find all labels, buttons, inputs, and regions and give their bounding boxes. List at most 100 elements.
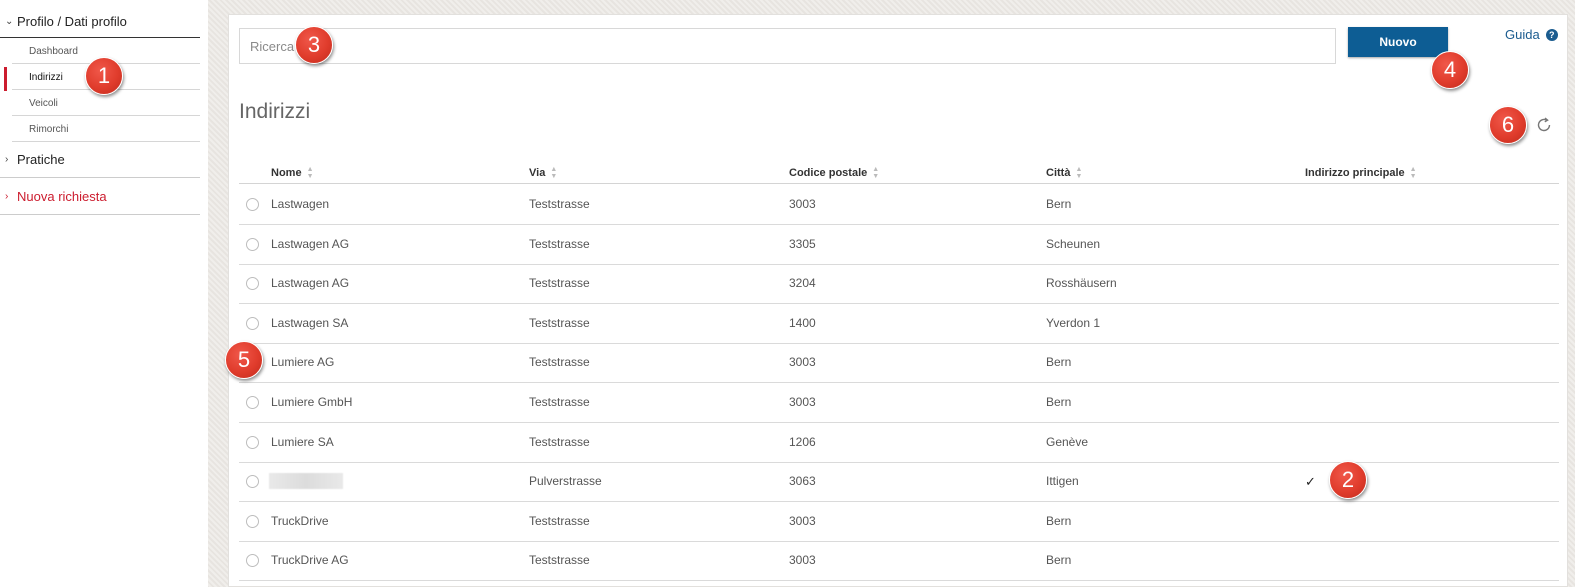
cell-codice-postale: 3003 bbox=[789, 395, 816, 409]
chevron-down-icon: ⌄ bbox=[5, 16, 14, 27]
cell-citta: Yverdon 1 bbox=[1046, 315, 1101, 330]
cell-via: Teststrasse bbox=[529, 434, 590, 449]
cell-citta: Scheunen bbox=[1046, 236, 1101, 251]
row-radio-button[interactable] bbox=[246, 316, 259, 330]
table-row[interactable]: Lastwagen SA Teststrasse 1400 Yverdon 1 bbox=[239, 304, 1559, 344]
row-radio-button[interactable] bbox=[246, 475, 259, 489]
callout-marker-1: 1 bbox=[85, 57, 123, 95]
column-header-citta[interactable]: Città ▲ ▼ bbox=[1046, 166, 1082, 180]
column-header-label: Indirizzo principale bbox=[1305, 167, 1405, 179]
row-radio-button[interactable] bbox=[246, 435, 259, 449]
cell-via: Teststrasse bbox=[529, 395, 590, 409]
column-header-indirizzo-principale[interactable]: Indirizzo principale ▲ ▼ bbox=[1305, 166, 1417, 180]
cell-via: Teststrasse bbox=[529, 236, 590, 251]
column-header-label: Codice postale bbox=[789, 167, 868, 179]
row-radio-button[interactable] bbox=[246, 554, 259, 568]
cell-citta: Genève bbox=[1046, 434, 1089, 449]
row-radio-button[interactable] bbox=[246, 514, 259, 528]
cell-nome: Lumiere AG bbox=[271, 355, 335, 370]
sidebar-section-label: Profilo / Dati profilo bbox=[17, 14, 127, 29]
cell-citta: Bern bbox=[1046, 553, 1072, 568]
sidebar-item-label: Dashboard bbox=[29, 45, 78, 57]
cell-codice-postale: 3063 bbox=[789, 474, 816, 489]
table-row[interactable]: Lastwagen Teststrasse 3003 Bern bbox=[239, 185, 1559, 225]
cell-codice-postale: 1400 bbox=[789, 315, 816, 330]
sidebar-section-profile[interactable]: ⌄ Profilo / Dati profilo bbox=[0, 6, 200, 38]
sidebar-section-nuova-richiesta[interactable]: › Nuova richiesta bbox=[0, 179, 200, 215]
new-button[interactable]: Nuovo bbox=[1348, 27, 1448, 57]
row-radio-button[interactable] bbox=[246, 198, 259, 211]
callout-marker-3: 3 bbox=[295, 26, 333, 64]
sidebar-item-label: Veicoli bbox=[29, 97, 58, 109]
refresh-icon[interactable] bbox=[1534, 115, 1554, 135]
cell-indirizzo-principale: ✓ bbox=[1305, 474, 1316, 490]
table-row[interactable]: TruckDrive AG Teststrasse 3003 Bern bbox=[239, 541, 1559, 582]
page-title: Indirizzi bbox=[239, 100, 311, 123]
main-panel: Nuovo Guida ? Indirizzi Nome ▲▼ Via ▲▼ C… bbox=[228, 14, 1568, 587]
column-header-label: Nome bbox=[271, 167, 302, 179]
table-row[interactable]: Lumiere SA Teststrasse 1206 Genève bbox=[239, 423, 1559, 463]
callout-marker-4: 4 bbox=[1431, 51, 1469, 89]
cell-via: Teststrasse bbox=[529, 513, 590, 528]
cell-codice-postale: 3305 bbox=[789, 236, 816, 251]
cell-citta: Bern bbox=[1046, 197, 1072, 211]
callout-marker-6: 6 bbox=[1489, 106, 1527, 144]
sidebar-section-pratiche[interactable]: › Pratiche bbox=[0, 142, 200, 178]
cell-citta: Bern bbox=[1046, 395, 1072, 409]
row-radio-button[interactable] bbox=[246, 237, 259, 251]
cell-codice-postale: 3204 bbox=[789, 276, 816, 291]
sidebar-item-label: Indirizzi bbox=[29, 71, 63, 83]
cell-via: Teststrasse bbox=[529, 276, 590, 291]
cell-nome: Lastwagen SA bbox=[271, 315, 349, 330]
search-input[interactable] bbox=[239, 28, 1336, 64]
row-radio-button[interactable] bbox=[246, 277, 259, 291]
cell-codice-postale: 3003 bbox=[789, 513, 816, 528]
active-indicator bbox=[4, 67, 7, 91]
help-label: Guida bbox=[1505, 27, 1540, 42]
table-header: Nome ▲ ▼ Via ▲ ▼ Codice postale ▲ ▼ Città ▲… bbox=[239, 163, 1559, 184]
sidebar-item-label: Rimorchi bbox=[29, 123, 69, 135]
cell-nome: Lastwagen AG bbox=[271, 236, 350, 251]
row-radio-button[interactable] bbox=[246, 396, 259, 409]
sort-icon: ▲ ▼ bbox=[872, 166, 880, 180]
sidebar-item-rimorchi[interactable]: Rimorchi bbox=[12, 117, 200, 142]
cell-via: Teststrasse bbox=[529, 553, 590, 568]
cell-codice-postale: 3003 bbox=[789, 197, 816, 211]
sidebar-section-label: Nuova richiesta bbox=[17, 189, 107, 204]
sort-icon: ▲ ▼ bbox=[1075, 166, 1083, 180]
chevron-right-icon: › bbox=[5, 154, 9, 165]
cell-citta: Bern bbox=[1046, 355, 1072, 370]
help-icon: ? bbox=[1545, 28, 1558, 41]
cell-codice-postale: 1206 bbox=[789, 434, 816, 449]
cell-codice-postale: 3003 bbox=[789, 553, 816, 568]
column-header-label: Via bbox=[529, 167, 546, 179]
cell-citta: Bern bbox=[1046, 513, 1072, 528]
help-link[interactable]: Guida ? bbox=[1505, 27, 1558, 42]
table-row[interactable]: Lastwagen AG Teststrasse 3204 Rosshäusern bbox=[239, 264, 1559, 305]
sort-icon: ▲ ▼ bbox=[550, 166, 558, 180]
column-header-nome[interactable]: Nome ▲ ▼ bbox=[271, 166, 314, 180]
cell-nome: Lumiere SA bbox=[271, 434, 334, 449]
cell-via: Teststrasse bbox=[529, 355, 590, 370]
cell-codice-postale: 3003 bbox=[789, 355, 816, 370]
cell-nome: TruckDrive AG bbox=[271, 553, 349, 568]
sort-icon: ▲ ▼ bbox=[1409, 166, 1417, 180]
chevron-right-icon: › bbox=[5, 191, 9, 202]
column-header-codice-postale[interactable]: Codice postale ▲ ▼ bbox=[789, 166, 879, 180]
column-header-via[interactable]: Via ▲ ▼ bbox=[529, 166, 557, 180]
cell-via: Teststrasse bbox=[529, 197, 590, 211]
table-row[interactable]: Lastwagen AG Teststrasse 3305 Scheunen bbox=[239, 225, 1559, 265]
callout-marker-5: 5 bbox=[225, 341, 263, 379]
sidebar-section-label: Pratiche bbox=[17, 152, 65, 167]
sort-icon: ▲ ▼ bbox=[306, 166, 314, 180]
cell-nome: TruckDrive bbox=[271, 513, 329, 528]
cell-nome: Lumiere GmbH bbox=[271, 395, 353, 409]
table-row[interactable]: Lumiere AG Teststrasse 3003 Bern bbox=[239, 343, 1559, 384]
column-header-label: Città bbox=[1046, 167, 1071, 179]
table-row[interactable]: Lumiere GmbH Teststrasse 3003 Bern bbox=[239, 383, 1559, 423]
table-row[interactable]: TruckDrive Teststrasse 3003 Bern bbox=[239, 502, 1559, 542]
cell-via: Teststrasse bbox=[529, 315, 590, 330]
cell-nome: Lastwagen bbox=[271, 197, 330, 211]
cell-nome: Lastwagen AG bbox=[271, 276, 350, 291]
cell-via: Pulverstrasse bbox=[529, 474, 602, 489]
